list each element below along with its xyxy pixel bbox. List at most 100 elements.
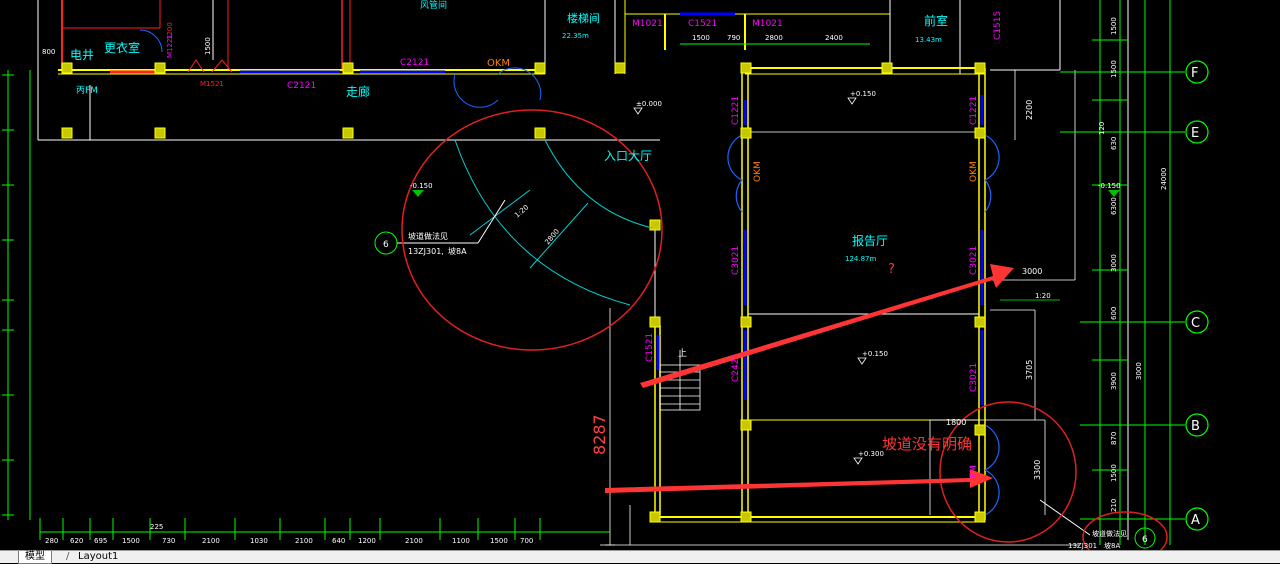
tag-c1515: C1515 — [993, 11, 1003, 40]
room-area-stairwell: 22.35m — [562, 32, 589, 40]
tag-fm-low: FM — [969, 465, 979, 478]
dim-bottom-6: 2100 — [202, 537, 220, 545]
dim-bottom-7: 1030 — [250, 537, 268, 545]
tag-c3021-b: C3021 — [969, 246, 979, 275]
tag-c2421: C2421 — [731, 353, 741, 382]
dim-right-inner-3: 3705 — [1025, 360, 1034, 380]
dim-right-inner-1: 2200 — [1025, 100, 1034, 120]
room-label-changing-room: 更衣室 — [104, 40, 140, 55]
dim-right-outer-1: 24000 — [1160, 168, 1168, 190]
ramp-bottom-line3: 坡8A — [1104, 541, 1120, 550]
ramp-slope-2: 1:20 — [1035, 292, 1051, 300]
dim-right-inner-4: 1800 — [946, 418, 966, 427]
dim-bottom-9: 640 — [332, 537, 345, 545]
dim-bottom-12: 1100 — [452, 537, 470, 545]
cad-app: 电井 更衣室 楼梯间 22.35m 前室 13.43m 走廊 入口大厅 报告厅 … — [0, 0, 1280, 564]
dim-right-col-2: 1500 — [1110, 60, 1118, 78]
cad-drawing-canvas[interactable]: 电井 更衣室 楼梯间 22.35m 前室 13.43m 走廊 入口大厅 报告厅 … — [0, 0, 1280, 563]
dim-bottom-10: 1200 — [358, 537, 376, 545]
tag-m1521: M1521 — [200, 80, 224, 88]
tag-c2121-a: C2121 — [400, 58, 429, 68]
dim-top-4: 2400 — [825, 34, 843, 42]
question-mark: ? — [888, 262, 895, 277]
elevation-e2: -0.150 — [410, 182, 433, 190]
tag-okm-left: OKM — [753, 161, 763, 182]
dim-top-2: 790 — [727, 34, 740, 42]
tag-fm: 丙FM — [76, 85, 98, 96]
dim-bottom-11: 2100 — [405, 537, 423, 545]
tag-c1521-lower: C1521 — [645, 333, 655, 362]
tag-c3021-c: C3021 — [969, 363, 979, 392]
dim-bottom-13: 1500 — [490, 537, 508, 545]
dim-top-7: 1500 — [204, 37, 212, 55]
elevation-e3: +0.150 — [850, 90, 876, 98]
dim-right-outer-2: 3000 — [1135, 362, 1143, 380]
tab-model[interactable]: 模型 — [18, 551, 52, 564]
tab-layout1[interactable]: Layout1 — [72, 551, 124, 563]
elevation-e1: ±0.000 — [636, 100, 662, 108]
dim-bottom-1: 280 — [45, 537, 58, 545]
room-label-electric-well: 电井 — [70, 48, 94, 62]
elevation-e4: +0.150 — [862, 350, 888, 358]
dim-right-col-4: 630 — [1110, 137, 1118, 150]
tag-c3021-a: C3021 — [731, 246, 741, 275]
tag-okm-top: OKM — [487, 58, 510, 69]
tag-c1221-a: C1221 — [731, 96, 741, 125]
room-label-front-room: 前室 — [924, 13, 948, 28]
dim-top-1: 1500 — [692, 34, 710, 42]
room-label-stairwell: 楼梯间 — [567, 11, 600, 25]
tag-m1021-b: M1021 — [752, 19, 783, 29]
tag-m1021-a: M1021 — [632, 19, 663, 29]
axis-label-f: F — [1191, 66, 1198, 81]
ramp-reference-line2: 13ZJ301, — [408, 247, 444, 256]
dim-bottom-5: 730 — [162, 537, 175, 545]
dim-top-5: 800 — [42, 48, 55, 56]
axis-label-b: B — [1191, 419, 1200, 434]
dim-vertical-8287: 8287 — [590, 414, 609, 455]
layout-tab-bar: 模型 / Layout1 — [0, 550, 1280, 564]
tab-separator: / — [66, 551, 70, 562]
annotation-text: 坡道没有明确 — [882, 435, 972, 453]
room-label-corridor: 走廊 — [346, 84, 370, 99]
dim-right-col-5: 6300 — [1110, 197, 1118, 215]
tag-okm-right: OKM — [969, 161, 979, 182]
dim-right-col-1: 1500 — [1110, 17, 1118, 35]
ramp-bottom-line2: 13ZJ301 — [1068, 542, 1097, 550]
dim-right-inner-2: 3000 — [1022, 267, 1042, 276]
room-label-top-partial: 风管间 — [420, 0, 447, 11]
dim-bottom-2: 620 — [70, 537, 83, 545]
tag-stair-up: 上 — [678, 348, 687, 359]
dim-right-col-9: 870 — [1110, 432, 1118, 445]
ramp-bottom-line1: 坡道做法见 — [1092, 529, 1127, 538]
room-label-lecture-hall: 报告厅 — [852, 233, 888, 248]
room-label-entrance-hall: 入口大厅 — [604, 149, 652, 163]
dim-bottom-8: 2100 — [295, 537, 313, 545]
room-area-lecture-hall: 124.87m — [845, 255, 876, 263]
tag-c2121-b: C2121 — [287, 81, 316, 91]
dim-right-col-11: 210 — [1110, 499, 1118, 512]
axis-label-e: E — [1191, 126, 1199, 141]
dim-top-6: 1200 — [166, 22, 174, 40]
ramp-circle-number: 6 — [383, 240, 389, 250]
dim-right-col-7: 600 — [1110, 307, 1118, 320]
elevation-e5: +0.300 — [858, 450, 884, 458]
dim-right-col-8: 3900 — [1110, 372, 1118, 390]
room-area-front-room: 13.43m — [915, 36, 942, 44]
elevation-e6: -0.150 — [1098, 182, 1121, 190]
dim-bottom-14: 700 — [520, 537, 533, 545]
axis-label-a: A — [1191, 513, 1200, 528]
ramp-reference-line1: 坡道做法见 — [408, 231, 448, 241]
dim-top-3: 2800 — [765, 34, 783, 42]
axis-label-c: C — [1191, 316, 1200, 331]
tag-c1221-b: C1221 — [969, 96, 979, 125]
ramp-bottom-circle-number: 6 — [1142, 535, 1148, 545]
dim-right-inner-5: 3300 — [1033, 460, 1042, 480]
dim-right-col-6: 3000 — [1110, 254, 1118, 272]
dim-bottom-4: 1500 — [122, 537, 140, 545]
ramp-reference-line3: 坡8A — [448, 246, 467, 256]
dim-right-col-3: 120 — [1098, 122, 1106, 135]
dim-right-col-10: 1500 — [1110, 464, 1118, 482]
tag-c1521: C1521 — [688, 19, 717, 29]
dim-bottom-small: 225 — [150, 523, 163, 531]
dim-bottom-3: 695 — [94, 537, 107, 545]
